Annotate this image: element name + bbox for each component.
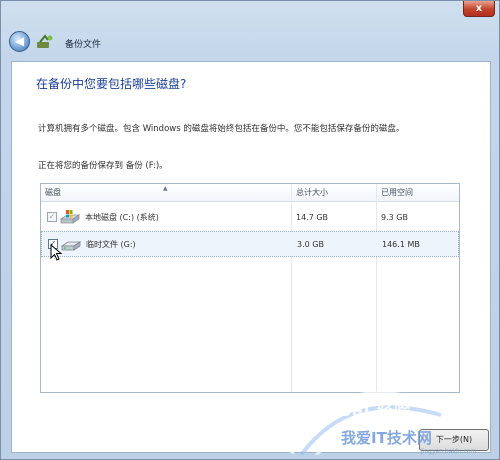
disk-row-g[interactable]: ✓ 临时文件 (G:) 3.0 GB 146.1 MB (41, 231, 459, 261)
column-header-used-space[interactable]: 已用空间 (377, 184, 459, 202)
sort-indicator-icon: ▲ (163, 185, 168, 192)
backup-wizard-icon (37, 34, 53, 48)
hard-drive-icon (59, 210, 81, 224)
disk-used-g: 146.1 MB (382, 240, 420, 249)
page-description: 计算机拥有多个磁盘。包含 Windows 的磁盘将始终包括在备份中。您不能包括保… (38, 124, 405, 134)
disk-total-c: 14.7 GB (296, 213, 329, 222)
disk-list-header: 磁盘 ▲ 总计大小 已用空间 (41, 184, 459, 202)
disk-row-c[interactable]: ✓ 本地磁盘 (C:) (系统) 14.7 GB 9.3 GB (41, 205, 459, 231)
navigation-bar: ◀ 备份文件 (1, 25, 500, 59)
column-header-total-size[interactable]: 总计大小 (292, 184, 376, 202)
title-bar: x (1, 1, 500, 25)
page-heading: 在备份中您要包括哪些磁盘? (36, 77, 187, 91)
mouse-cursor-icon (50, 244, 63, 261)
window-title: 备份文件 (65, 40, 102, 50)
disk-name-g: 临时文件 (G:) (86, 240, 136, 249)
save-location-text: 正在将您的备份保存到 备份 (F:)。 (38, 161, 168, 171)
backup-window: x ◀ 备份文件 在备份中您要包括哪些磁盘? 计算机拥有多个磁盘。包含 Wind… (0, 0, 500, 460)
disk-checkbox-c: ✓ (47, 212, 57, 222)
disk-name-c: 本地磁盘 (C:) (系统) (85, 213, 159, 222)
watermark-url: jingyan.baidu.com (421, 448, 477, 455)
watermark-text: Bai 经验 (339, 401, 412, 420)
disk-total-g: 3.0 GB (297, 240, 324, 249)
back-arrow-icon[interactable]: ◀ (9, 31, 30, 52)
close-button[interactable]: x (463, 1, 495, 17)
disk-used-c: 9.3 GB (381, 213, 408, 222)
disk-list[interactable]: 磁盘 ▲ 总计大小 已用空间 ✓ 本地磁盘 (C:) (系统) 14.7 GB … (40, 183, 460, 393)
watermark-subtitle: 我爱IT技术网 (341, 429, 432, 447)
